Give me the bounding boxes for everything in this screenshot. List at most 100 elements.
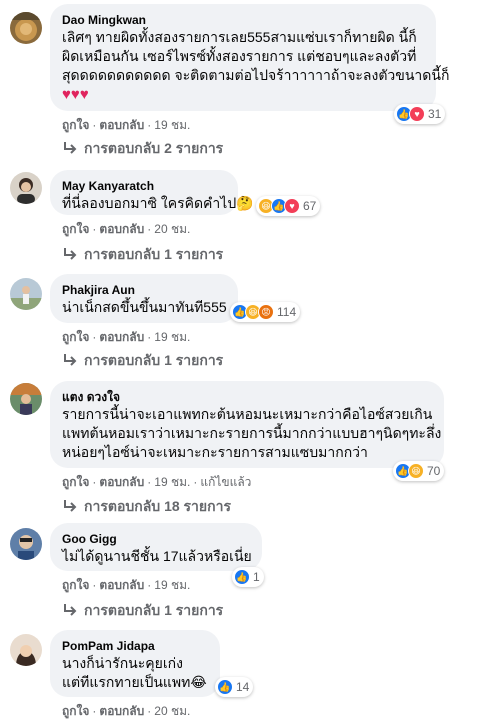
view-replies-link[interactable]: การตอบกลับ 18 รายการ xyxy=(62,497,231,515)
view-replies-link[interactable]: การตอบกลับ 1 รายการ xyxy=(62,601,223,619)
angry-icon: 😡 xyxy=(258,304,274,320)
comment-author[interactable]: PomPam Jidapa xyxy=(62,638,208,654)
comment-bubble: May Kanyaratch ที่นี่ลองบอกมาซิ ใครคิดคำ… xyxy=(50,170,254,215)
comment-author[interactable]: Goo Gigg xyxy=(62,531,250,547)
comment-actions: ถูกใจ · ตอบกลับ · 19 ชม. xyxy=(62,118,191,132)
avatar-photo xyxy=(10,172,42,204)
view-replies-link[interactable]: การตอบกลับ 1 รายการ xyxy=(62,351,223,369)
comment-author[interactable]: แตง ดวงใจ xyxy=(62,389,432,405)
reply-button[interactable]: ตอบกลับ xyxy=(99,578,144,592)
comment-line: หน่อยๆไอซ์น่าจะเหมาะกะรายการสามแซบมากกว่… xyxy=(62,444,368,460)
comment-text: น่าเน็กสดขึ้นขึ้นมาทันที555 xyxy=(62,298,227,317)
view-replies-link[interactable]: การตอบกลับ 1 รายการ xyxy=(62,245,223,263)
reaction-count: 1 xyxy=(253,570,260,584)
comment-actions: ถูกใจ · ตอบกลับ · 19 ชม. xyxy=(62,330,191,344)
comment-actions: ถูกใจ · ตอบกลับ · 20 ชม. xyxy=(62,222,191,236)
comment-line: น่าเน็กสดขึ้นขึ้นมาทันที555 xyxy=(62,299,227,315)
comment-bubble: Phakjira Aun น่าเน็กสดขึ้นขึ้นมาทันที555 xyxy=(50,274,238,323)
comment-author[interactable]: Phakjira Aun xyxy=(62,282,226,298)
reply-button[interactable]: ตอบกลับ xyxy=(99,330,144,344)
reaction-summary[interactable]: 👍 14 xyxy=(215,677,254,697)
comment-actions: ถูกใจ · ตอบกลับ · 19 ชม. · แก้ไขแล้ว xyxy=(62,475,252,489)
reaction-summary[interactable]: 👍 ♥ 31 xyxy=(394,104,446,124)
like-button[interactable]: ถูกใจ xyxy=(62,475,89,489)
comment-time[interactable]: 19 ชม. xyxy=(154,578,190,592)
comment-author[interactable]: May Kanyaratch xyxy=(62,178,226,194)
avatar-photo xyxy=(10,634,42,666)
comment-text: รายการนี้น่าจะเอาแพทกะต้นหอมนะเหมาะกว่าค… xyxy=(62,405,442,462)
like-button[interactable]: ถูกใจ xyxy=(62,578,89,592)
comment-author[interactable]: Dao Mingkwan xyxy=(62,12,424,28)
comment-line: ไม่ได้ดูนานชีชั้น 17แล้วหรือเนี่ย xyxy=(62,548,252,564)
like-icon: 👍 xyxy=(217,679,233,695)
comment-line: แพทต้นหอมเราว่าเหมาะกะรายการนี้มากกว่าแบ… xyxy=(62,425,442,441)
edited-label[interactable]: แก้ไขแล้ว xyxy=(200,475,251,489)
love-icon: ♥ xyxy=(409,106,425,122)
comment-text: นางก็น่ารักนะคุยเก่ง แต่ทีแรกทายเป็นแพท😂 xyxy=(62,654,208,692)
reply-button[interactable]: ตอบกลับ xyxy=(99,222,144,236)
comment-time[interactable]: 19 ชม. xyxy=(154,475,190,489)
avatar-photo xyxy=(10,278,42,310)
reply-arrow-icon xyxy=(64,248,77,260)
replies-count: การตอบกลับ 1 รายการ xyxy=(84,602,224,618)
reaction-count: 14 xyxy=(236,680,250,694)
comment-text: เลิศๆ ทายผิดทั้งสองรายการเลย555สามแซ่บเร… xyxy=(62,28,450,85)
reply-arrow-icon xyxy=(64,354,77,366)
avatar[interactable] xyxy=(10,12,42,44)
avatar-photo xyxy=(10,383,42,415)
reaction-summary[interactable]: 😆 👍 ♥ 67 xyxy=(256,196,321,216)
comment-text: ที่นี่ลองบอกมาซิ ใครคิดคำไป🤔 xyxy=(62,194,254,213)
like-button[interactable]: ถูกใจ xyxy=(62,222,89,236)
avatar-lion-image xyxy=(10,12,42,44)
comment-time[interactable]: 20 ชม. xyxy=(154,222,190,236)
comment-bubble: PomPam Jidapa นางก็น่ารักนะคุยเก่ง แต่ที… xyxy=(50,630,220,697)
haha-icon: 😆 xyxy=(408,463,424,479)
like-button[interactable]: ถูกใจ xyxy=(62,704,89,718)
replies-count: การตอบกลับ 18 รายการ xyxy=(84,498,231,514)
comment-actions: ถูกใจ · ตอบกลับ · 19 ชม. xyxy=(62,578,191,592)
comment-line: ผิดเหมือนกัน เซอร์ไพรซ์ทั้งสองรายการ แต่… xyxy=(62,48,417,64)
reply-arrow-icon xyxy=(64,604,77,616)
comment-bubble: Goo Gigg ไม่ได้ดูนานชีชั้น 17แล้วหรือเนี… xyxy=(50,523,262,571)
hearts-emoji: ♥♥♥ xyxy=(62,86,89,103)
reaction-count: 31 xyxy=(428,107,442,121)
reaction-summary[interactable]: 👍 😆 😡 114 xyxy=(230,302,301,322)
comment-time[interactable]: 19 ชม. xyxy=(154,330,190,344)
avatar[interactable] xyxy=(10,634,42,666)
replies-count: การตอบกลับ 2 รายการ xyxy=(84,140,224,156)
like-icon: 👍 xyxy=(234,569,250,585)
reaction-summary[interactable]: 👍 😆 70 xyxy=(393,461,445,481)
comment-line: รายการนี้น่าจะเอาแพทกะต้นหอมนะเหมาะกว่าค… xyxy=(62,406,433,422)
reply-arrow-icon xyxy=(64,500,77,512)
avatar[interactable] xyxy=(10,528,42,560)
reaction-summary[interactable]: 👍 1 xyxy=(232,567,264,587)
comment-actions: ถูกใจ · ตอบกลับ · 20 ชม. xyxy=(62,704,191,718)
reply-button[interactable]: ตอบกลับ xyxy=(99,118,144,132)
comment-line: แต่ทีแรกทายเป็นแพท😂 xyxy=(62,674,207,690)
view-replies-link[interactable]: การตอบกลับ 2 รายการ xyxy=(62,139,223,157)
reaction-count: 114 xyxy=(277,305,297,319)
avatar-photo xyxy=(10,528,42,560)
avatar[interactable] xyxy=(10,278,42,310)
comment-bubble: Dao Mingkwan เลิศๆ ทายผิดทั้งสองรายการเล… xyxy=(50,4,450,111)
comment-text: ไม่ได้ดูนานชีชั้น 17แล้วหรือเนี่ย xyxy=(62,547,252,566)
like-button[interactable]: ถูกใจ xyxy=(62,330,89,344)
comment-line: เลิศๆ ทายผิดทั้งสองรายการเลย555สามแซ่บเร… xyxy=(62,29,417,45)
replies-count: การตอบกลับ 1 รายการ xyxy=(84,246,224,262)
avatar[interactable] xyxy=(10,383,42,415)
comment-time[interactable]: 19 ชม. xyxy=(154,118,190,132)
reply-button[interactable]: ตอบกลับ xyxy=(99,704,144,718)
reaction-count: 70 xyxy=(427,464,441,478)
like-button[interactable]: ถูกใจ xyxy=(62,118,89,132)
replies-count: การตอบกลับ 1 รายการ xyxy=(84,352,224,368)
reply-button[interactable]: ตอบกลับ xyxy=(99,475,144,489)
love-icon: ♥ xyxy=(284,198,300,214)
comment-time[interactable]: 20 ชม. xyxy=(154,704,190,718)
reaction-count: 67 xyxy=(303,199,317,213)
avatar[interactable] xyxy=(10,172,42,204)
reply-arrow-icon xyxy=(64,142,77,154)
comment-bubble: แตง ดวงใจ รายการนี้น่าจะเอาแพทกะต้นหอมนะ… xyxy=(50,381,444,468)
comment-line: นางก็น่ารักนะคุยเก่ง xyxy=(62,655,183,671)
comment-line: สุดดดดดดดดดดด จะติดตามต่อไปจร้าาาาาาถ้าจ… xyxy=(62,67,450,83)
comment-line: ที่นี่ลองบอกมาซิ ใครคิดคำไป🤔 xyxy=(62,195,254,211)
